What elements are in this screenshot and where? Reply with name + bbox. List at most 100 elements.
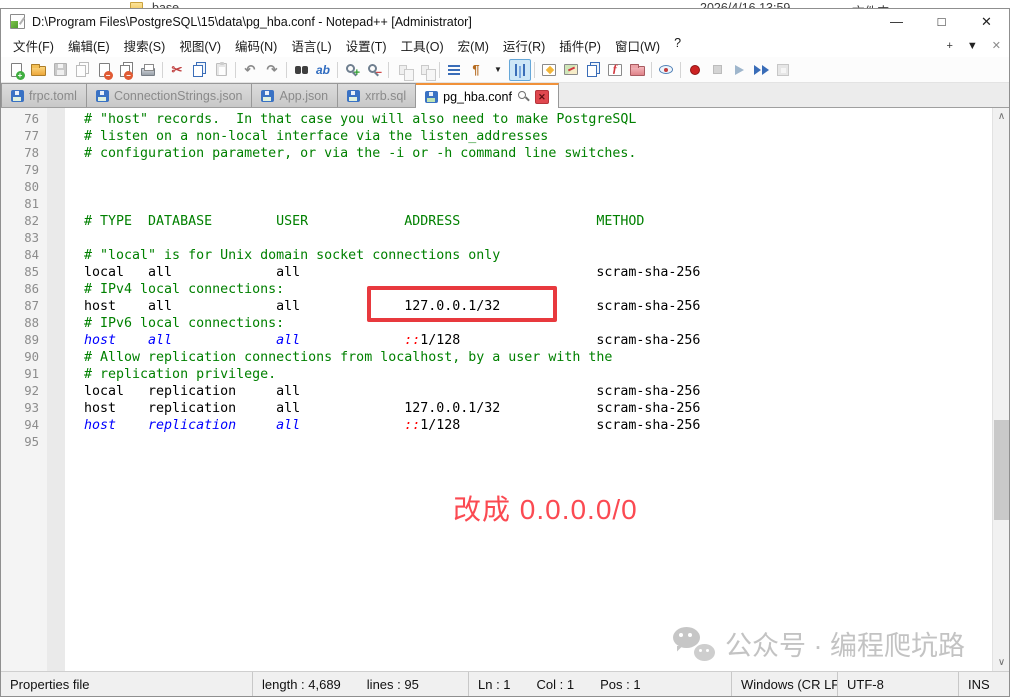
pin-icon[interactable]	[517, 90, 530, 103]
menu-item-encoding[interactable]: 编码(N)	[228, 34, 284, 57]
code-line-80[interactable]: 80	[1, 179, 991, 196]
line-text: # configuration parameter, or via the -i…	[65, 145, 636, 162]
toolbar-separator	[337, 62, 338, 78]
menu-item-help[interactable]: ?	[667, 34, 688, 57]
word-wrap-icon[interactable]	[443, 59, 465, 81]
line-number: 76	[1, 111, 47, 128]
editor-area[interactable]: 76 # "host" records. In that case you wil…	[1, 108, 1009, 671]
close-all-icon[interactable]	[115, 59, 137, 81]
status-bar: Properties file length : 4,689lines : 95…	[1, 671, 1009, 696]
tab-label: frpc.toml	[29, 89, 77, 103]
code-line-82[interactable]: 82# TYPE DATABASE USER ADDRESS METHOD	[1, 213, 991, 230]
tab-App.json[interactable]: App.json	[252, 83, 338, 107]
toolbar-separator	[439, 62, 440, 78]
title-bar[interactable]: D:\Program Files\PostgreSQL\15\data\pg_h…	[1, 9, 1009, 34]
document-list-icon[interactable]	[582, 59, 604, 81]
code-line-89[interactable]: 89host all all ::1/128 scram-sha-256	[1, 332, 991, 349]
line-text: # IPv4 local connections:	[65, 281, 284, 298]
code-line-93[interactable]: 93host replication all 127.0.0.1/32 scra…	[1, 400, 991, 417]
monitoring-icon[interactable]	[655, 59, 677, 81]
line-number: 87	[1, 298, 47, 315]
menu-item-settings[interactable]: 设置(T)	[339, 34, 394, 57]
new-file-icon[interactable]	[5, 59, 27, 81]
line-text: host all all ::1/128 scram-sha-256	[65, 332, 700, 349]
close-doc-icon[interactable]: ✕	[992, 39, 1001, 52]
file-browser-icon[interactable]: ƒ	[604, 59, 626, 81]
new-tab-icon[interactable]: +	[946, 40, 952, 52]
code-line-84[interactable]: 84# "local" is for Unix domain socket co…	[1, 247, 991, 264]
menu-item-window[interactable]: 窗口(W)	[608, 34, 667, 57]
code-line-81[interactable]: 81	[1, 196, 991, 213]
document-map-icon[interactable]	[560, 59, 582, 81]
zoom-out-icon[interactable]	[363, 59, 385, 81]
code-line-76[interactable]: 76 # "host" records. In that case you wil…	[1, 111, 991, 128]
code-line-83[interactable]: 83	[1, 230, 991, 247]
tab-ConnectionStrings.json[interactable]: ConnectionStrings.json	[87, 83, 253, 107]
code-line-77[interactable]: 77# listen on a non-local interface via …	[1, 128, 991, 145]
line-number: 85	[1, 264, 47, 281]
code-line-90[interactable]: 90# Allow replication connections from l…	[1, 349, 991, 366]
close-button[interactable]: ✕	[964, 9, 1009, 34]
show-all-chars-icon[interactable]: ¶	[465, 59, 487, 81]
code-line-85[interactable]: 85local all all scram-sha-256	[1, 264, 991, 281]
copy-icon[interactable]	[188, 59, 210, 81]
indent-guide-icon[interactable]	[509, 59, 531, 81]
maximize-button[interactable]: □	[919, 9, 964, 34]
code-line-78[interactable]: 78 # configuration parameter, or via the …	[1, 145, 991, 162]
folder-workspace-icon[interactable]	[626, 59, 648, 81]
scroll-up-icon[interactable]: ∧	[993, 108, 1009, 125]
scroll-down-icon[interactable]: ∨	[993, 654, 1009, 671]
code-line-91[interactable]: 91 # replication privilege.	[1, 366, 991, 383]
tab-xrrb.sql[interactable]: xrrb.sql	[338, 83, 416, 107]
tab-close-icon[interactable]: ✕	[535, 90, 549, 104]
background-folder-name: base	[152, 1, 179, 8]
show-symbol-dropdown-icon[interactable]: ▼	[487, 59, 509, 81]
cut-icon[interactable]: ✂	[166, 59, 188, 81]
scrollbar-thumb[interactable]	[994, 420, 1009, 520]
macro-play-icon[interactable]	[728, 59, 750, 81]
find-icon[interactable]	[290, 59, 312, 81]
code-line-95[interactable]: 95	[1, 434, 991, 451]
replace-icon[interactable]: ab	[312, 59, 334, 81]
menu-item-search[interactable]: 搜索(S)	[117, 34, 173, 57]
line-text: # replication privilege.	[65, 366, 276, 383]
menu-item-macro[interactable]: 宏(M)	[451, 34, 496, 57]
menu-item-tools[interactable]: 工具(O)	[394, 34, 451, 57]
status-caret-position: Ln : 1Col : 1Pos : 1	[468, 672, 731, 696]
print-icon[interactable]	[137, 59, 159, 81]
toolbar-separator	[388, 62, 389, 78]
vertical-scrollbar[interactable]: ∧ ∨	[992, 108, 1009, 671]
macro-record-icon[interactable]	[684, 59, 706, 81]
line-number: 82	[1, 213, 47, 230]
macro-run-multiple-icon[interactable]	[750, 59, 772, 81]
code-line-94[interactable]: 94host replication all ::1/128 scram-sha…	[1, 417, 991, 434]
menu-item-view[interactable]: 视图(V)	[172, 34, 228, 57]
function-list-icon[interactable]	[538, 59, 560, 81]
status-insert-mode[interactable]: INS ⠿	[958, 672, 1009, 696]
zoom-in-icon[interactable]	[341, 59, 363, 81]
line-text: # "host" records. In that case you will …	[65, 111, 636, 128]
close-file-icon[interactable]	[93, 59, 115, 81]
menu-item-file[interactable]: 文件(F)	[6, 34, 61, 57]
code-line-92[interactable]: 92local replication all scram-sha-256	[1, 383, 991, 400]
minimize-button[interactable]: —	[874, 9, 919, 34]
tab-pg_hba.conf[interactable]: pg_hba.conf✕	[416, 83, 559, 108]
menu-item-language[interactable]: 语言(L)	[284, 34, 338, 57]
tab-list-icon[interactable]: ▼	[967, 40, 978, 52]
line-number: 91	[1, 366, 47, 383]
menu-item-run[interactable]: 运行(R)	[496, 34, 552, 57]
undo-icon[interactable]: ↶	[239, 59, 261, 81]
status-encoding[interactable]: UTF-8	[837, 672, 958, 696]
line-text: host replication all ::1/128 scram-sha-2…	[65, 417, 700, 434]
status-eol-format[interactable]: Windows (CR LF)	[731, 672, 837, 696]
line-number: 78	[1, 145, 47, 162]
code-line-79[interactable]: 79	[1, 162, 991, 179]
tab-frpc.toml[interactable]: frpc.toml	[1, 83, 87, 107]
open-folder-icon[interactable]	[27, 59, 49, 81]
menu-item-plugins[interactable]: 插件(P)	[552, 34, 608, 57]
tab-label: ConnectionStrings.json	[114, 89, 243, 103]
redo-icon[interactable]: ↷	[261, 59, 283, 81]
menu-item-edit[interactable]: 编辑(E)	[61, 34, 117, 57]
code-lines[interactable]: 76 # "host" records. In that case you wil…	[1, 111, 991, 451]
background-explorer-strip: base 2026/4/16 13:59 文件夹	[0, 0, 1017, 8]
